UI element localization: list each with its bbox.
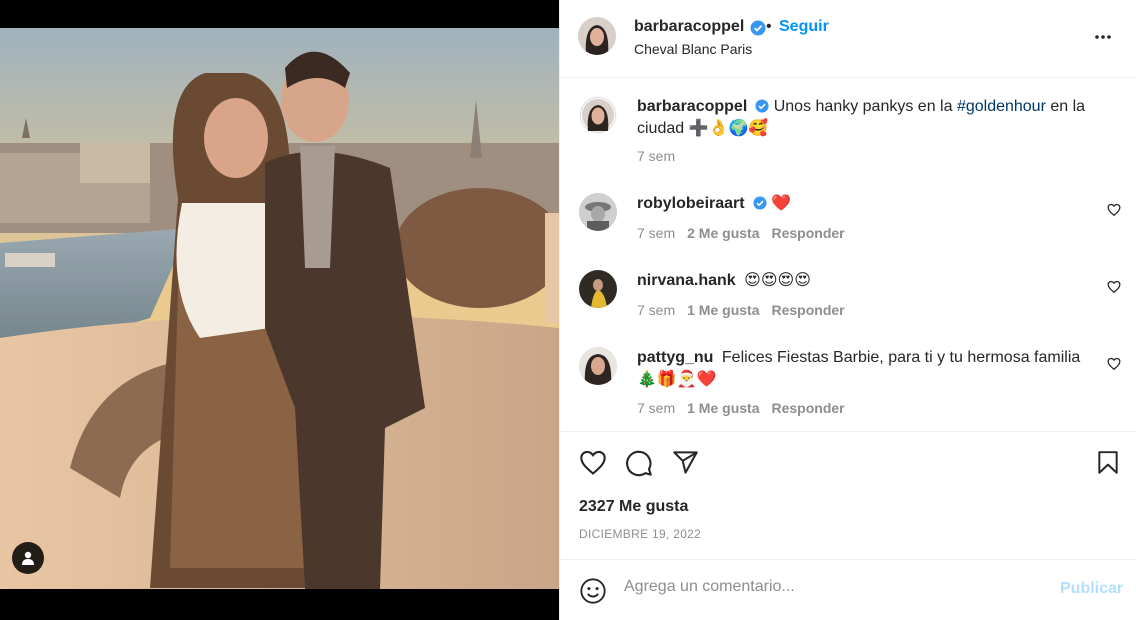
post-actions: 2327 Me gusta DICIEMBRE 19, 2022 xyxy=(560,431,1136,559)
verified-badge-icon xyxy=(753,196,767,210)
reply-button[interactable]: Responder xyxy=(771,225,844,241)
follow-button[interactable]: Seguir xyxy=(779,18,829,36)
comment-likes[interactable]: 1 Me gusta xyxy=(687,400,759,416)
comment-username[interactable]: robylobeiraart xyxy=(637,195,745,212)
post-media xyxy=(0,0,559,620)
author-username[interactable]: barbaracoppel xyxy=(634,18,744,36)
publish-button[interactable]: Publicar xyxy=(1060,580,1123,598)
post-panel: barbaracoppel • Seguir Cheval Blanc Pari… xyxy=(559,0,1136,620)
caption-time[interactable]: 7 sem xyxy=(637,148,675,164)
comment-likes[interactable]: 1 Me gusta xyxy=(687,302,759,318)
comment-like-heart-icon[interactable] xyxy=(1107,280,1121,294)
reply-button[interactable]: Responder xyxy=(771,302,844,318)
comment-text: pattyg_nu Felices Fiestas Barbie, para t… xyxy=(637,347,1092,391)
comment-meta: 7 sem 1 Me gusta Responder xyxy=(637,302,857,318)
caption-text: barbaracoppel Unos hanky pankys en la #g… xyxy=(637,96,1092,140)
caption-emojis: ➕👌🌍🥰 xyxy=(688,120,769,137)
comments-list: barbaracoppel Unos hanky pankys en la #g… xyxy=(560,79,1136,431)
reply-button[interactable]: Responder xyxy=(771,400,844,416)
comment-username[interactable]: nirvana.hank xyxy=(637,272,736,289)
author-avatar[interactable] xyxy=(578,17,616,55)
comment-input[interactable] xyxy=(624,578,1044,596)
comment-time[interactable]: 7 sem xyxy=(637,225,675,241)
comment-composer: Publicar xyxy=(560,559,1136,620)
comment-avatar[interactable] xyxy=(579,193,617,231)
hashtag-link[interactable]: #goldenhour xyxy=(957,98,1046,115)
comment-time[interactable]: 7 sem xyxy=(637,302,675,318)
caption-username[interactable]: barbaracoppel xyxy=(637,98,747,115)
user-tag-icon xyxy=(22,551,34,565)
comment-icon[interactable] xyxy=(625,449,653,477)
comment-avatar[interactable] xyxy=(579,270,617,308)
user-tag-button[interactable] xyxy=(12,542,44,574)
post-photo[interactable] xyxy=(0,28,559,589)
comment-meta: 7 sem 1 Me gusta Responder xyxy=(637,400,857,416)
bookmark-icon[interactable] xyxy=(1095,449,1121,477)
caption-avatar[interactable] xyxy=(579,96,617,134)
separator-dot: • xyxy=(766,18,772,35)
comment-body: 😍😍😍😍 xyxy=(744,272,811,289)
likes-count[interactable]: 2327 Me gusta xyxy=(579,498,688,516)
verified-badge-icon xyxy=(750,20,766,36)
comment-like-heart-icon[interactable] xyxy=(1107,357,1121,371)
comment-time[interactable]: 7 sem xyxy=(637,400,675,416)
verified-badge-icon xyxy=(755,99,769,113)
location-link[interactable]: Cheval Blanc Paris xyxy=(634,41,752,57)
comment-text: nirvana.hank 😍😍😍😍 xyxy=(637,270,1092,292)
comment-body: ❤️ xyxy=(771,195,791,212)
comment-meta: 7 sem 2 Me gusta Responder xyxy=(637,225,857,241)
emoji-icon[interactable] xyxy=(579,577,607,605)
comment-username[interactable]: pattyg_nu xyxy=(637,349,713,366)
share-icon[interactable] xyxy=(672,449,699,476)
post-date[interactable]: DICIEMBRE 19, 2022 xyxy=(579,527,701,541)
comment-avatar[interactable] xyxy=(579,347,617,385)
caption-body: Unos hanky pankys en la xyxy=(773,98,957,115)
comment-text: robylobeiraart ❤️ xyxy=(637,193,1092,215)
heart-icon[interactable] xyxy=(579,449,607,477)
comment-like-heart-icon[interactable] xyxy=(1107,203,1121,217)
caption-meta: 7 sem xyxy=(637,148,687,164)
comment-likes[interactable]: 2 Me gusta xyxy=(687,225,759,241)
post-header: barbaracoppel • Seguir Cheval Blanc Pari… xyxy=(560,0,1136,78)
more-options-icon[interactable] xyxy=(1094,25,1112,49)
